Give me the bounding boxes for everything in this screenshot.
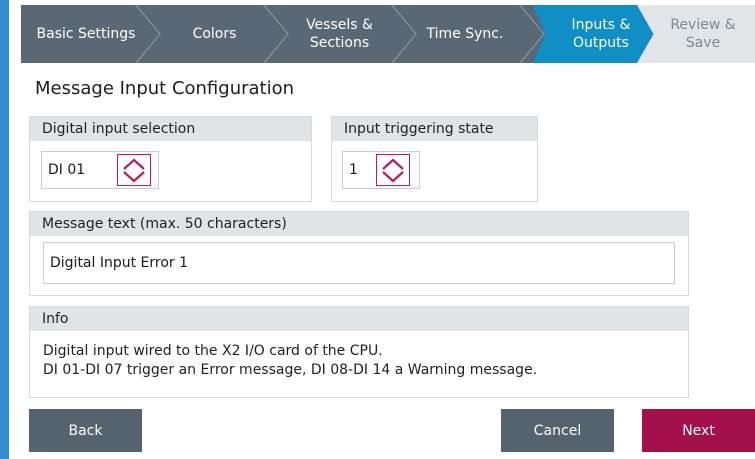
info-text: Digital input wired to the X2 I/O card o…	[30, 331, 688, 380]
step-label: Time Sync.	[426, 26, 504, 42]
step-label-line2: Save	[685, 35, 721, 51]
digital-input-select[interactable]: DI 01	[41, 151, 159, 189]
step-vessels-sections[interactable]: Vessels & Sections	[278, 5, 401, 63]
back-button[interactable]: Back	[29, 409, 142, 452]
wizard-steps: Basic Settings Colors Vessels & Sections…	[21, 5, 755, 63]
step-time-sync[interactable]: Time Sync.	[401, 5, 529, 63]
trigger-state-label: Input triggering state	[332, 117, 537, 141]
step-label: Basic Settings	[36, 26, 136, 42]
side-accent-bar	[0, 0, 9, 459]
message-text-label: Message text (max. 50 characters)	[30, 212, 688, 236]
step-label-line2: Outputs	[573, 35, 629, 51]
digital-input-panel: Digital input selection DI 01	[29, 116, 312, 202]
trigger-state-panel: Input triggering state 1	[331, 116, 538, 202]
message-text-input[interactable]: Digital Input Error 1	[43, 242, 675, 284]
trigger-state-spinner[interactable]	[376, 154, 410, 186]
trigger-state-select[interactable]: 1	[342, 151, 420, 189]
step-basic-settings[interactable]: Basic Settings	[21, 5, 151, 63]
cancel-button[interactable]: Cancel	[501, 409, 614, 452]
digital-input-spinner[interactable]	[117, 154, 151, 186]
trigger-state-value: 1	[349, 162, 358, 178]
info-line-2: DI 01-DI 07 trigger an Error message, DI…	[43, 362, 538, 378]
page-title: Message Input Configuration	[35, 78, 295, 99]
step-label-line2: Sections	[309, 35, 370, 51]
step-inputs-outputs[interactable]: Inputs & Outputs	[546, 5, 656, 63]
up-down-arrows-icon	[382, 158, 404, 183]
info-panel: Info Digital input wired to the X2 I/O c…	[29, 306, 689, 398]
step-label: Colors	[192, 26, 237, 42]
message-text-panel: Message text (max. 50 characters) Digita…	[29, 211, 689, 296]
step-label-line1: Inputs &	[571, 17, 631, 33]
step-colors[interactable]: Colors	[151, 5, 278, 63]
info-label: Info	[30, 307, 688, 331]
step-label-line1: Review &	[670, 17, 736, 33]
digital-input-value: DI 01	[48, 162, 86, 178]
next-button[interactable]: Next	[642, 409, 755, 452]
up-down-arrows-icon	[123, 158, 145, 183]
digital-input-label: Digital input selection	[30, 117, 311, 141]
step-review-save: Review & Save	[651, 5, 755, 63]
step-label-line1: Vessels &	[306, 17, 373, 33]
info-line-1: Digital input wired to the X2 I/O card o…	[43, 343, 383, 359]
